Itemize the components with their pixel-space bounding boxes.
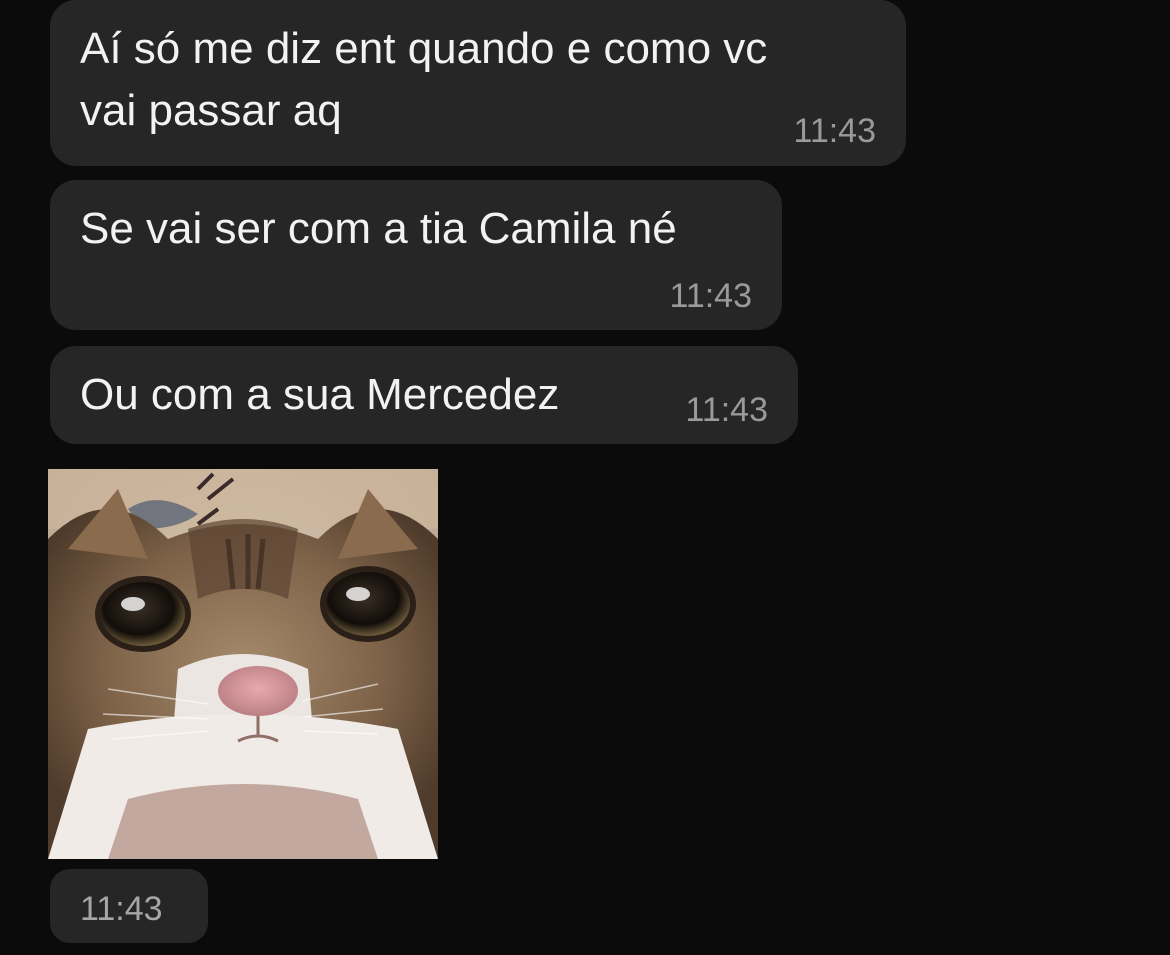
message-bubble[interactable]: Se vai ser com a tia Camila né 11:43	[50, 180, 782, 330]
image-timestamp-bubble: 11:43	[50, 869, 208, 943]
message-timestamp: 11:43	[793, 112, 876, 150]
message-line: vai passar aq	[80, 86, 342, 135]
cat-photo[interactable]	[48, 469, 438, 859]
message-text: Aí só me diz ent quando e como vc vai pa…	[80, 18, 767, 142]
cat-illustration	[48, 469, 438, 859]
message-line: Se vai ser com a tia Camila né	[80, 204, 677, 253]
message-text: Se vai ser com a tia Camila né	[80, 198, 677, 260]
message-bubble[interactable]: Aí só me diz ent quando e como vc vai pa…	[50, 0, 906, 166]
message-line: Aí só me diz ent quando e como vc	[80, 24, 768, 73]
message-timestamp: 11:43	[669, 277, 752, 315]
message-text: Ou com a sua Mercedez	[80, 364, 559, 426]
message-line: Ou com a sua Mercedez	[80, 370, 560, 419]
message-timestamp: 11:43	[80, 890, 163, 928]
message-bubble[interactable]: Ou com a sua Mercedez 11:43	[50, 346, 798, 444]
message-timestamp: 11:43	[685, 391, 768, 429]
